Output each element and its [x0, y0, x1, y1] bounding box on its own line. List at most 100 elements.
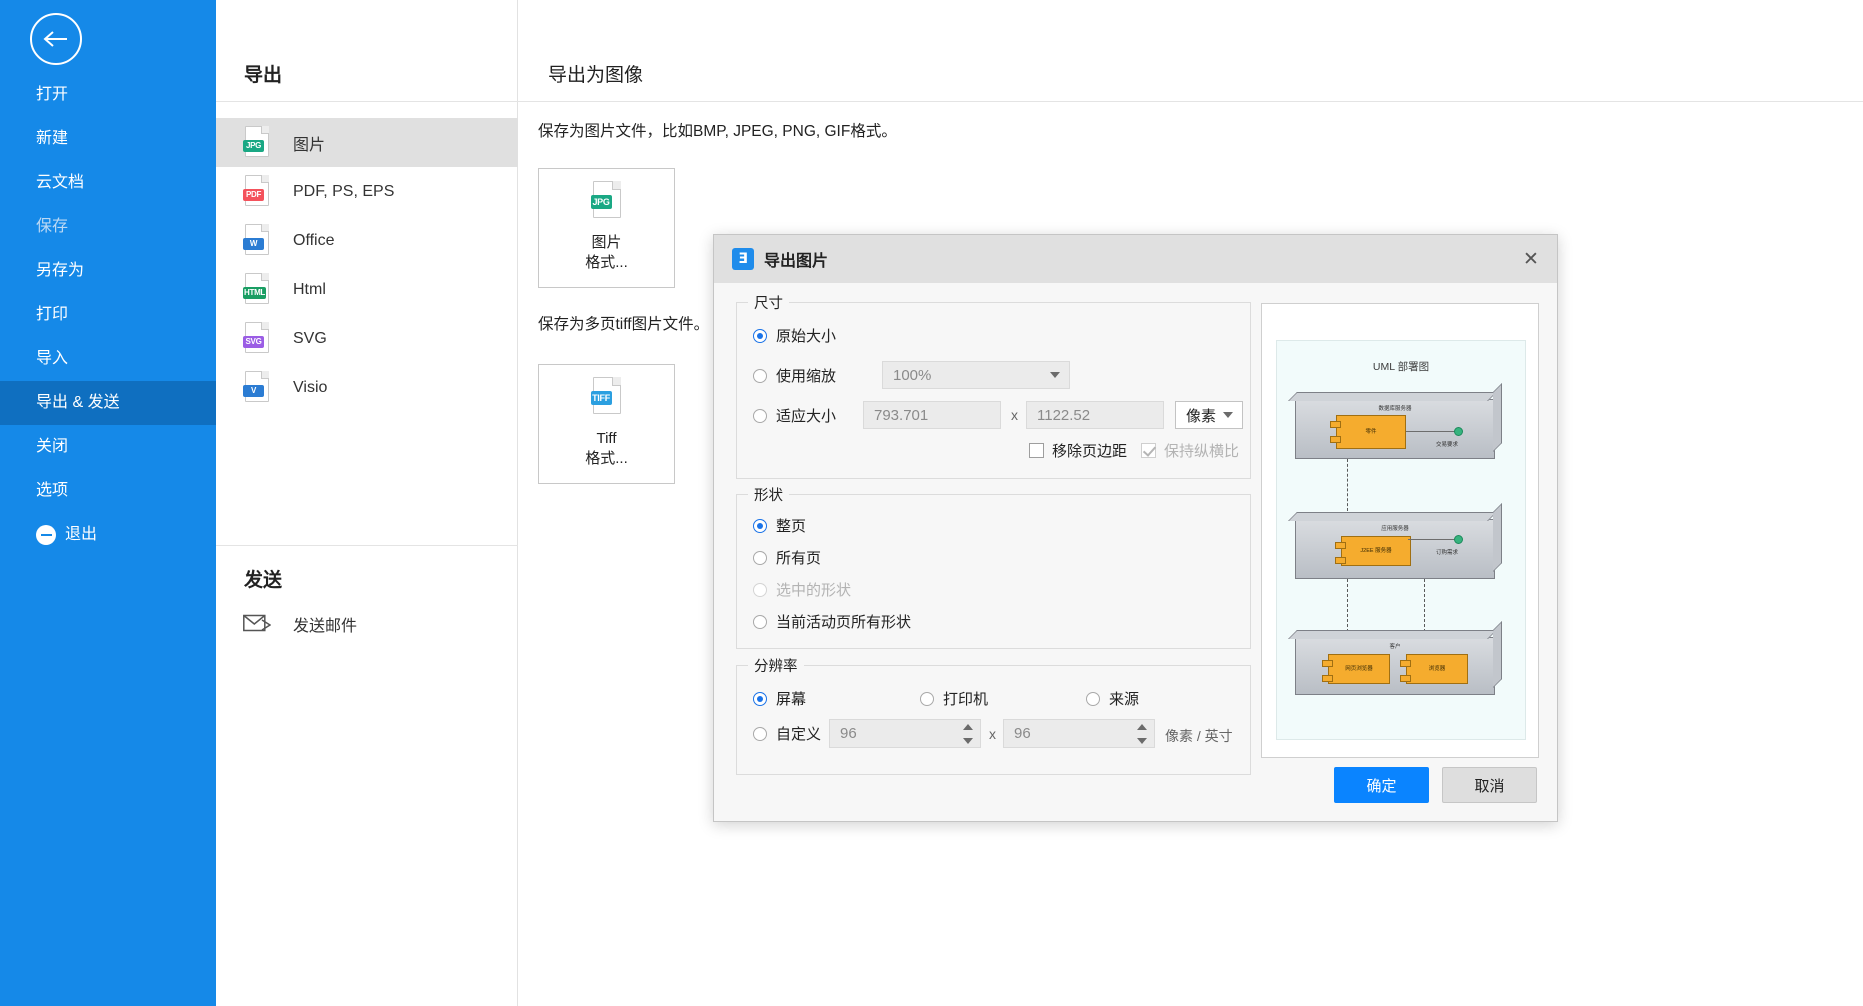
content-heading: 导出为图像	[548, 65, 644, 86]
preview-diagram-title: UML 部署图	[1372, 361, 1430, 373]
visio-tag: V	[243, 384, 264, 397]
card-line1: 图片	[591, 234, 622, 251]
dialog-title: 导出图片	[764, 253, 829, 270]
image-format-card[interactable]: JPG 图片 格式...	[538, 168, 675, 288]
jpg-card-tag: JPG	[590, 195, 612, 209]
shape-section: 形状 整页 所有页 选中的形状 当前活动页所有形状	[736, 484, 1251, 649]
visio-file-icon: V	[243, 370, 271, 405]
radio-custom-dpi-label: 自定义	[776, 726, 822, 743]
send-item-email[interactable]: 发送邮件	[243, 612, 357, 636]
component-browser-label: 浏览器	[1428, 665, 1446, 672]
radio-selected-shapes-label: 选中的形状	[776, 582, 852, 599]
sidebar-item-exit[interactable]: 退出	[0, 513, 216, 557]
sidebar-item-close[interactable]: 关闭	[0, 425, 216, 469]
interface-ball-order	[1454, 535, 1463, 544]
connector-app-client	[1347, 579, 1348, 637]
scale-combobox[interactable]: 100%	[882, 361, 1070, 389]
radio-use-scale-dot	[753, 368, 767, 383]
component-j2ee-label: J2EE 服务器	[1360, 547, 1392, 554]
radio-whole-page[interactable]: 整页	[753, 515, 806, 536]
send-panel-title: 发送	[244, 570, 283, 591]
dpi-multiply-symbol: x	[989, 726, 996, 742]
divider	[518, 101, 1863, 102]
card-line2: 格式...	[585, 450, 628, 468]
format-item-visio[interactable]: V Visio	[216, 363, 518, 412]
node-application-server: 应用服务器 J2EE 服务器 订购需求	[1295, 519, 1495, 579]
sidebar-item-save[interactable]: 保存	[0, 205, 216, 249]
node-application-server-label: 应用服务器	[1381, 526, 1409, 532]
sidebar-item-new[interactable]: 新建	[0, 117, 216, 161]
preview-page: UML 部署图 数据库服务器 零件 交易要求 应用服务器 J2EE 服务器 订购…	[1276, 340, 1526, 740]
keep-ratio-label: 保持纵横比	[1164, 443, 1240, 460]
radio-use-scale-label: 使用缩放	[776, 368, 837, 385]
sidebar-item-exit-label: 退出	[65, 526, 98, 543]
cancel-button[interactable]: 取消	[1442, 767, 1537, 803]
shape-section-legend: 形状	[748, 484, 789, 505]
export-image-dialog: Ǝ 导出图片 ✕ 尺寸 原始大小 使用缩放 100% 适应大小 793.701 …	[713, 234, 1558, 822]
interface-transaction-label: 交易要求	[1436, 442, 1459, 448]
sidebar-item-open[interactable]: 打开	[0, 73, 216, 117]
format-item-svg[interactable]: SVG SVG	[216, 314, 518, 363]
dpi-x-value: 96	[840, 725, 857, 742]
unit-combobox[interactable]: 像素	[1175, 401, 1243, 429]
radio-selected-shapes-dot	[753, 582, 767, 597]
sidebar-item-save-as[interactable]: 另存为	[0, 249, 216, 293]
format-item-image-label: 图片	[293, 136, 326, 154]
radio-whole-page-dot	[753, 518, 767, 533]
radio-active-page-shapes[interactable]: 当前活动页所有形状	[753, 611, 911, 632]
dpi-x-input[interactable]: 96	[829, 719, 981, 748]
sidebar-item-export-send[interactable]: 导出 & 发送	[0, 381, 216, 425]
node-client: 客户 网页浏览器 浏览器	[1295, 637, 1495, 695]
format-item-html[interactable]: HTML Html	[216, 265, 518, 314]
radio-use-scale[interactable]: 使用缩放	[753, 365, 836, 386]
size-section-legend: 尺寸	[748, 292, 789, 313]
format-item-office[interactable]: W Office	[216, 216, 518, 265]
radio-fit-size-label: 适应大小	[776, 408, 837, 425]
export-formats-panel: 导出 JPG 图片 PDF PDF, PS, EPS W Office HTML…	[216, 0, 518, 1006]
back-arrow-icon[interactable]	[30, 13, 82, 65]
sidebar-item-cloud[interactable]: 云文档	[0, 161, 216, 205]
component-parts-label: 零件	[1365, 428, 1377, 435]
radio-printer[interactable]: 打印机	[920, 688, 988, 709]
radio-source[interactable]: 来源	[1086, 688, 1139, 709]
format-list: JPG 图片 PDF PDF, PS, EPS W Office HTML Ht…	[216, 118, 518, 412]
radio-original-size[interactable]: 原始大小	[753, 325, 836, 346]
dpi-y-input[interactable]: 96	[1003, 719, 1155, 748]
ok-button[interactable]: 确定	[1334, 767, 1429, 803]
keep-ratio-checkbox: 保持纵横比	[1141, 440, 1239, 461]
resolution-section: 分辨率 屏幕 打印机 来源 自定义 96 x 96 像素 / 英寸	[736, 655, 1251, 775]
radio-custom-dpi[interactable]: 自定义	[753, 723, 821, 744]
dpi-x-stepper[interactable]	[963, 723, 974, 744]
sidebar: 打开 新建 云文档 保存 另存为 打印 导入 导出 & 发送 关闭 选项 退出	[0, 0, 216, 1006]
tiff-description: 保存为多页tiff图片文件。	[538, 316, 710, 333]
component-j2ee: J2EE 服务器	[1335, 536, 1411, 566]
close-icon[interactable]: ✕	[1517, 245, 1545, 273]
radio-all-pages[interactable]: 所有页	[753, 547, 821, 568]
card-line2: 格式...	[585, 254, 628, 272]
height-input[interactable]: 1122.52	[1026, 401, 1164, 429]
radio-original-size-label: 原始大小	[776, 328, 837, 345]
chevron-down-icon	[1050, 372, 1060, 378]
format-item-office-label: Office	[293, 231, 335, 249]
html-tag: HTML	[243, 286, 267, 299]
sidebar-item-options[interactable]: 选项	[0, 469, 216, 513]
radio-fit-size-dot	[753, 408, 767, 423]
jpg-file-icon-large: JPG	[590, 181, 623, 221]
format-item-visio-label: Visio	[293, 378, 328, 396]
tiff-format-card[interactable]: TIFF Tiff 格式...	[538, 364, 675, 484]
remove-margin-checkbox[interactable]: 移除页边距	[1029, 440, 1127, 461]
export-panel-title: 导出	[244, 65, 283, 86]
dpi-y-stepper[interactable]	[1137, 723, 1148, 744]
sidebar-item-import[interactable]: 导入	[0, 337, 216, 381]
unit-combobox-value: 像素	[1186, 407, 1217, 425]
interface-line	[1406, 431, 1456, 433]
html-file-icon: HTML	[243, 272, 271, 307]
width-input[interactable]: 793.701	[863, 401, 1001, 429]
dpi-y-value: 96	[1014, 725, 1031, 742]
format-item-pdf[interactable]: PDF PDF, PS, EPS	[216, 167, 518, 216]
radio-fit-size[interactable]: 适应大小	[753, 405, 836, 426]
node-database-server: 数据库服务器 零件 交易要求	[1295, 399, 1495, 459]
format-item-image[interactable]: JPG 图片	[216, 118, 518, 167]
sidebar-item-print[interactable]: 打印	[0, 293, 216, 337]
radio-screen[interactable]: 屏幕	[753, 688, 806, 709]
